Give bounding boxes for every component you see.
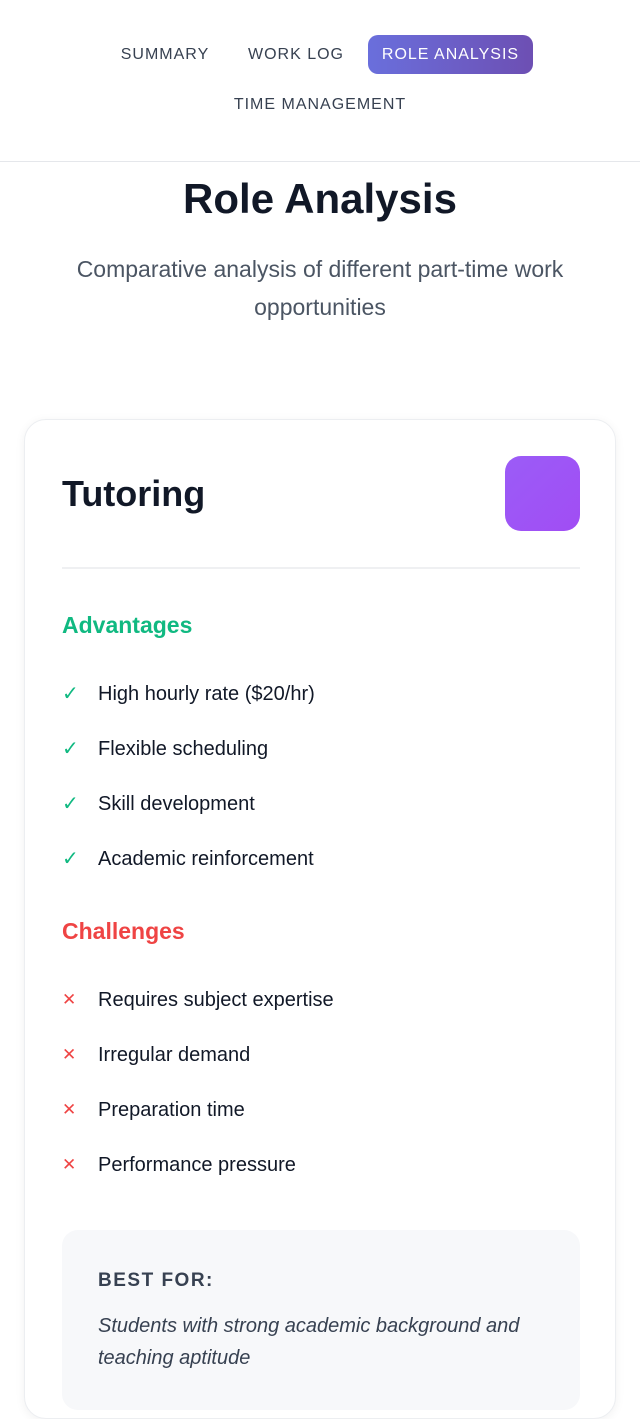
advantage-item: ✓ High hourly rate ($20/hr) bbox=[62, 676, 580, 731]
check-icon: ✓ bbox=[62, 793, 79, 815]
cross-icon: ✕ bbox=[62, 1155, 77, 1174]
top-nav: SUMMARY WORK LOG ROLE ANALYSIS TIME MANA… bbox=[0, 0, 640, 162]
advantage-text: Flexible scheduling bbox=[98, 738, 269, 760]
advantage-text: High hourly rate ($20/hr) bbox=[98, 683, 315, 705]
check-icon: ✓ bbox=[62, 848, 79, 870]
challenge-item: ✕ Performance pressure bbox=[62, 1147, 580, 1202]
advantage-text: Academic reinforcement bbox=[98, 848, 314, 870]
cross-icon: ✕ bbox=[62, 990, 77, 1009]
page-title: Role Analysis bbox=[183, 175, 457, 222]
advantage-item: ✓ Skill development bbox=[62, 786, 580, 841]
advantage-item: ✓ Academic reinforcement bbox=[62, 841, 580, 896]
tab-role-analysis[interactable]: ROLE ANALYSIS bbox=[368, 35, 533, 74]
challenge-item: ✕ Irregular demand bbox=[62, 1037, 580, 1092]
challenges-list: ✕ Requires subject expertise ✕ Irregular… bbox=[62, 982, 580, 1202]
cross-icon: ✕ bbox=[62, 1100, 77, 1119]
advantages-heading: Advantages bbox=[62, 612, 193, 638]
challenge-text: Irregular demand bbox=[98, 1044, 251, 1066]
challenge-item: ✕ Preparation time bbox=[62, 1092, 580, 1147]
challenge-text: Preparation time bbox=[98, 1099, 245, 1121]
tab-summary[interactable]: SUMMARY bbox=[104, 36, 226, 74]
role-card: Tutoring Advantages ✓ High hourly rate (… bbox=[24, 419, 616, 1419]
best-for-text: Students with strong academic background… bbox=[98, 1315, 520, 1369]
check-icon: ✓ bbox=[62, 738, 79, 760]
page-subtitle: Comparative analysis of different part-t… bbox=[76, 256, 564, 320]
tab-time-management[interactable]: TIME MANAGEMENT bbox=[210, 86, 430, 124]
challenge-item: ✕ Requires subject expertise bbox=[62, 982, 580, 1037]
advantages-list: ✓ High hourly rate ($20/hr) ✓ Flexible s… bbox=[62, 676, 580, 896]
best-for-label: BEST FOR: bbox=[98, 1270, 214, 1291]
role-icon bbox=[505, 456, 580, 531]
check-icon: ✓ bbox=[62, 683, 79, 705]
challenges-heading: Challenges bbox=[62, 918, 185, 944]
challenge-text: Requires subject expertise bbox=[98, 989, 334, 1011]
advantage-text: Skill development bbox=[98, 793, 255, 815]
tab-work-log[interactable]: WORK LOG bbox=[234, 36, 358, 74]
challenge-text: Performance pressure bbox=[98, 1154, 296, 1176]
role-title: Tutoring bbox=[62, 473, 206, 514]
advantage-item: ✓ Flexible scheduling bbox=[62, 731, 580, 786]
best-for-box: BEST FOR: Students with strong academic … bbox=[62, 1230, 580, 1410]
cross-icon: ✕ bbox=[62, 1045, 77, 1064]
divider bbox=[62, 567, 580, 569]
